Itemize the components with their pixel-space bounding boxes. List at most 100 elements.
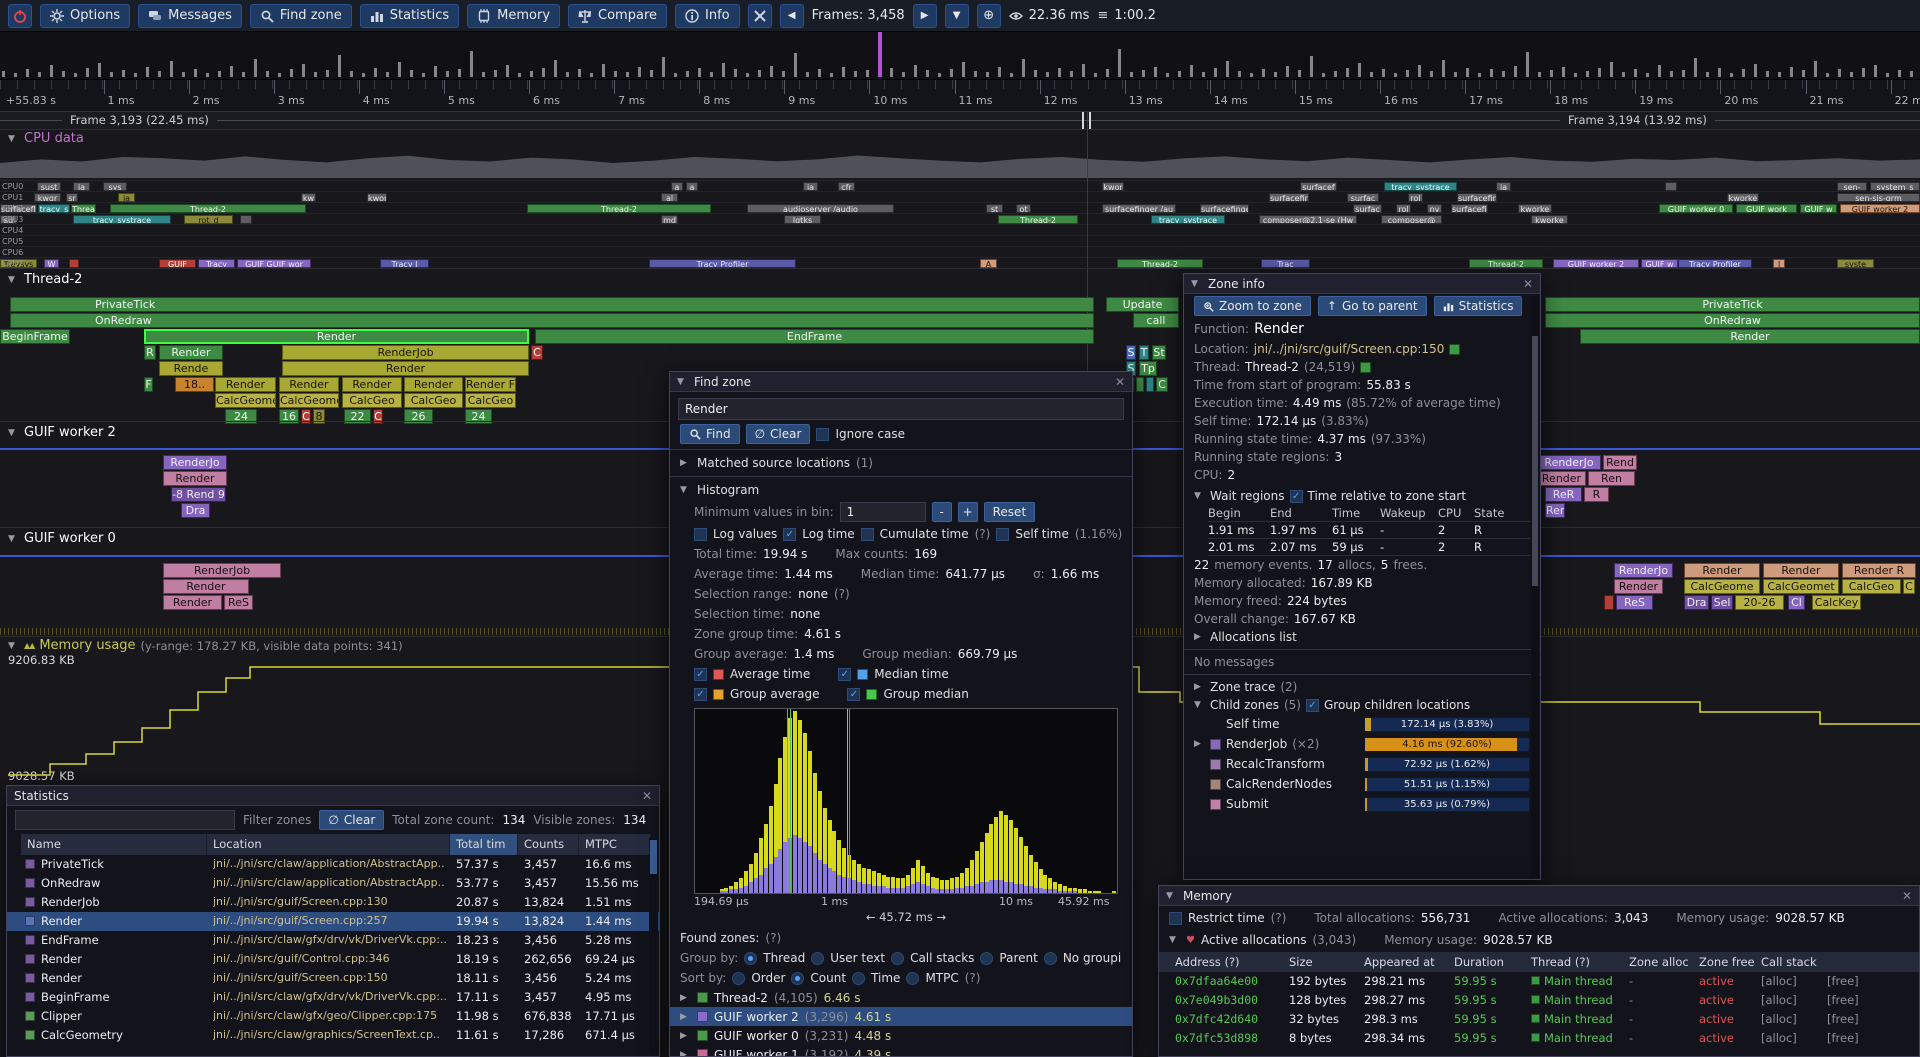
help-icon[interactable]: (?) [1271,911,1287,925]
frame-bar[interactable] [806,72,809,77]
close-icon[interactable]: ✕ [1902,889,1912,903]
frame-bar[interactable] [542,68,545,77]
cpu-zone[interactable]: Thread-2 [1117,259,1203,268]
frame-bar[interactable] [590,73,593,77]
frame-bar[interactable] [758,70,761,77]
cpu-zone[interactable]: kworke [1727,193,1759,202]
radio-button[interactable] [906,972,919,985]
timeline-zone[interactable]: Render [279,377,339,392]
focus-frame-button[interactable]: ⊕ [977,4,1001,28]
frame-bar[interactable] [1898,70,1901,77]
frame-bar[interactable] [26,69,29,77]
timeline-zone[interactable]: Ren [1588,471,1635,486]
help-icon[interactable]: (?) [765,931,781,945]
cpu-zone[interactable]: kworke [1518,204,1552,213]
stats-row[interactable]: BeginFramejni/../jni/src/claw/gfx/drv/vk… [7,988,659,1007]
cpu-zone[interactable]: cfr [838,182,855,191]
cpu-zone[interactable]: surfac [1353,204,1382,213]
cpu-zone[interactable]: sr [66,193,78,202]
frame-bar[interactable] [1610,62,1613,77]
stats-row[interactable]: EndFramejni/../jni/src/claw/gfx/drv/vk/D… [7,931,659,950]
found-zone-group[interactable]: ▶Thread-2(4,105)6.46 s [670,988,1132,1007]
memory-button[interactable]: Memory [467,4,560,28]
legend-checkbox[interactable] [694,668,707,681]
cpu-zone[interactable]: kwor [367,193,387,202]
frame-bar[interactable] [1058,68,1061,77]
frame-bar[interactable] [134,73,137,77]
radio-button[interactable] [732,972,745,985]
frame-bar[interactable] [566,72,569,77]
cpu-zone[interactable]: syste [1837,259,1874,268]
cpu-zone[interactable]: Thread-2 [998,215,1078,224]
frame-bar[interactable] [1670,71,1673,77]
memory-cell[interactable]: [alloc] [1761,974,1797,988]
frame-bar[interactable] [434,66,437,77]
compare-button[interactable]: Compare [568,4,667,28]
cpu-zone[interactable]: Thread-2 [1469,259,1543,268]
cpu-zone[interactable]: surfacef [1300,182,1337,191]
frame-bar[interactable] [722,63,725,77]
frame-bar[interactable] [602,64,605,77]
frame-bar[interactable] [530,71,533,77]
frame-bar[interactable] [1634,69,1637,77]
frame-label-a[interactable]: Frame 3,193 (22.45 ms) [62,113,217,127]
memory-cell[interactable]: [free] [1827,993,1859,1007]
close-icon[interactable]: ✕ [1523,277,1533,291]
frame-bar[interactable] [1646,73,1649,77]
cpu-zone[interactable]: surfacefinger [1200,204,1249,213]
frame-bar[interactable] [1562,67,1565,77]
messages-button[interactable]: Messages [138,4,242,28]
frame-bar[interactable] [578,69,581,77]
frame-bar[interactable] [914,65,917,77]
cpu-zone[interactable]: GUIF work [1736,204,1797,213]
close-icon[interactable]: ✕ [1115,375,1125,389]
frame-bar[interactable] [206,73,209,77]
frame-bar[interactable] [1706,72,1709,77]
stats-row[interactable]: Renderjni/../jni/src/guif/Control.cpp:34… [7,950,659,969]
zone-info-window-titlebar[interactable]: ▼ Zone info ✕ [1184,274,1540,294]
allocations-list-header[interactable]: ▶ Allocations list [1184,628,1540,646]
child-zone-row[interactable]: Self time172.14 μs (3.83%) [1184,714,1540,734]
cpu-zone[interactable] [69,259,79,268]
cpu-zone[interactable]: Tracy [198,259,235,268]
power-button[interactable] [8,4,32,28]
frame-bar[interactable] [1382,69,1385,77]
frame-bar[interactable] [1118,49,1121,77]
clear-button[interactable]: ∅Clear [746,424,811,444]
cpu-zone[interactable]: kwgr [34,193,61,202]
stats-column-header[interactable]: Name [21,834,207,855]
frame-bar[interactable] [398,62,401,77]
timeline-zone[interactable]: Render [1614,579,1663,594]
stats-column-header[interactable]: Total tim [450,834,518,855]
frame-bar[interactable] [1454,72,1457,77]
frame-bar[interactable] [1310,56,1313,77]
timeline-zone[interactable]: Render [215,377,276,392]
cpu-zone[interactable]: md [661,215,678,224]
frame-bar[interactable] [518,73,521,77]
memory-usage-section-header[interactable]: ▼ ▲▲ Memory usage (y-range: 178.27 KB, v… [8,638,403,653]
cpu-zone[interactable]: I [1773,259,1785,268]
timeline-zone[interactable]: RenderJo [1614,563,1673,578]
timeline-zone[interactable]: Sel [1711,595,1733,610]
cpu-zone[interactable]: tracy_s [38,204,70,213]
cpu-zone[interactable]: GUIF [159,259,196,268]
frame-bar[interactable] [1622,72,1625,77]
timeline-zone[interactable]: call [1133,313,1179,328]
cpu-zone[interactable]: rol [1396,204,1411,213]
timeline-zone[interactable]: St [1152,345,1166,360]
timeline-zone[interactable]: CalcGeo [404,393,463,408]
timeline-zone[interactable]: CalcGeome [215,393,276,408]
histogram-option-checkbox[interactable] [861,528,874,541]
frame-bar[interactable] [1526,52,1529,77]
frame-bar[interactable] [1214,68,1217,77]
radio-button[interactable] [891,952,904,965]
found-zone-group[interactable]: ▶GUIF worker 2(3,296)4.61 s [670,1007,1132,1026]
frame-bar[interactable] [110,72,113,77]
legend-checkbox[interactable] [838,668,851,681]
frame-bar[interactable] [1322,73,1325,77]
timeline-zone[interactable]: -8 Rend 9 [171,487,226,502]
child-zones-header[interactable]: ▼ Child zones (5) Group children locatio… [1184,696,1540,714]
frame-bar[interactable] [422,73,425,77]
histogram-option-checkbox[interactable] [996,528,1009,541]
histogram-header[interactable]: ▼ Histogram [670,480,1132,500]
